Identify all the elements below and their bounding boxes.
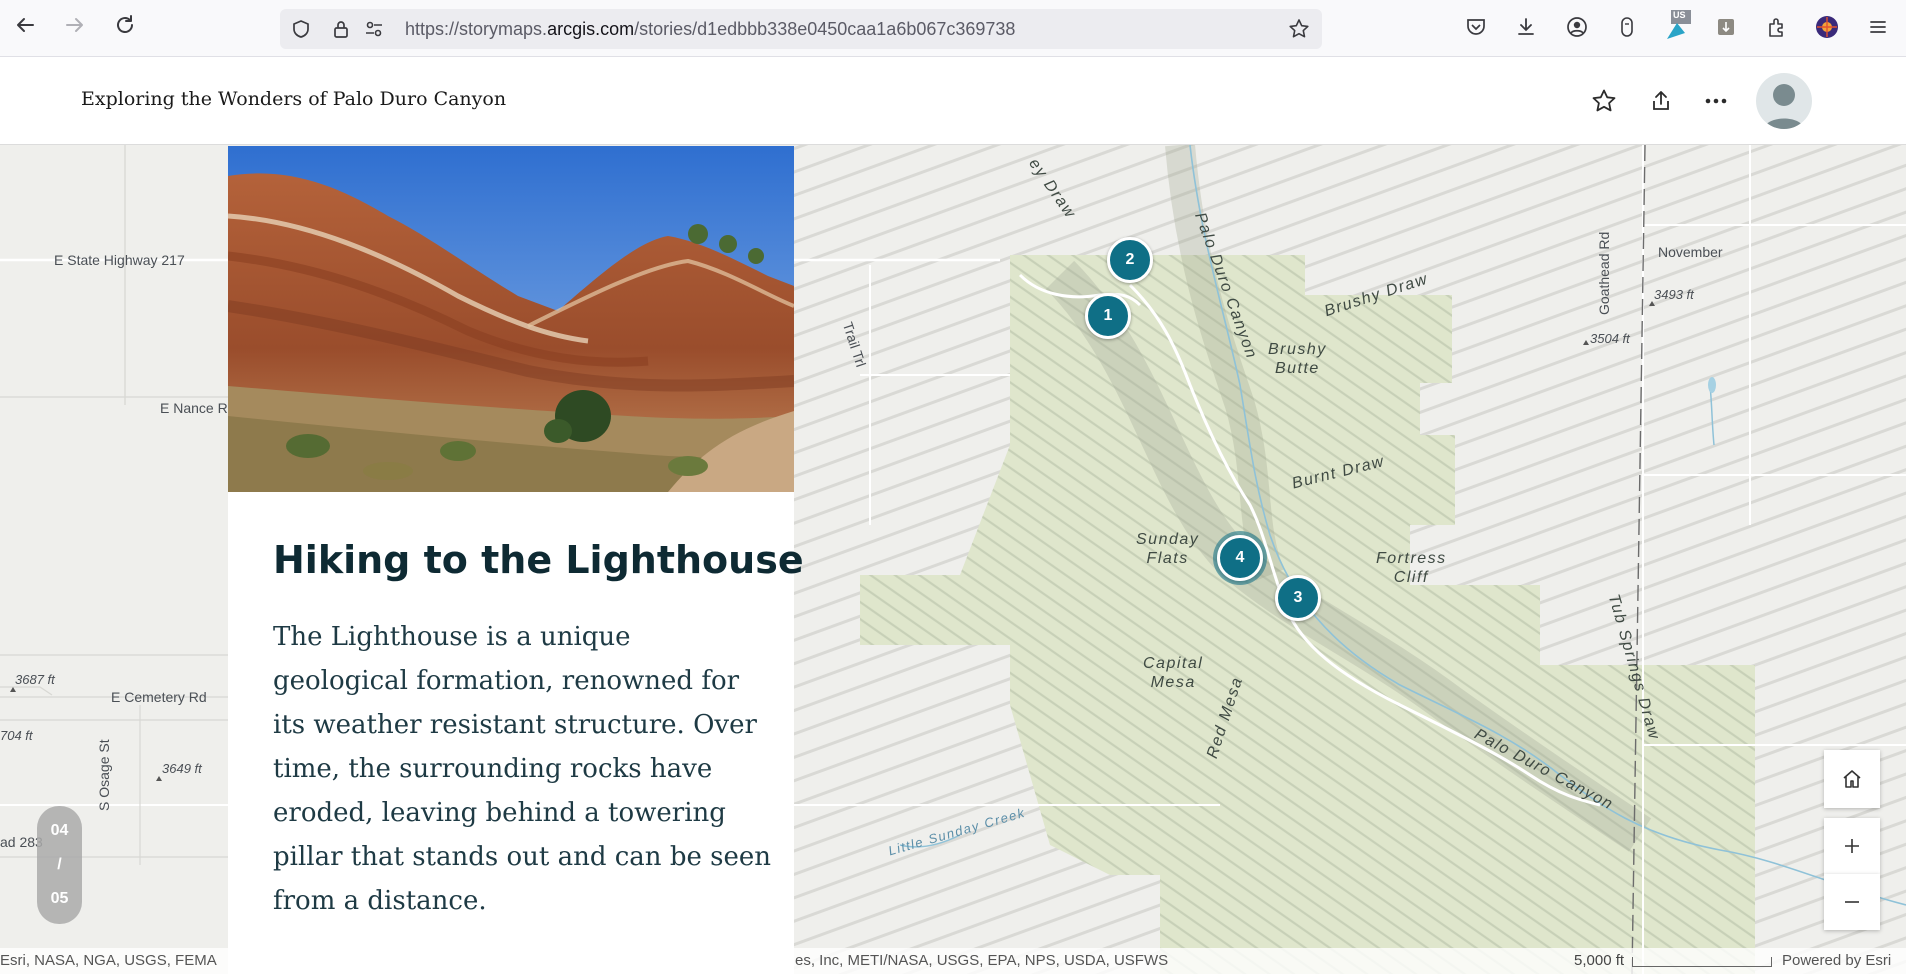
vpn-extension-icon[interactable]: US [1665,9,1693,41]
elevation-label: 3687 ft [15,672,55,687]
home-icon [1843,770,1861,788]
terrain-label-line: Cliff [1393,569,1429,586]
elevation-label: 3504 ft [1590,331,1630,346]
reload-icon[interactable] [114,14,136,36]
elevation-label: 704 ft [0,728,33,743]
menu-icon[interactable] [1866,15,1890,39]
forward-icon[interactable] [64,14,86,36]
more-icon[interactable] [1702,87,1730,115]
story-header: Exploring the Wonders of Palo Duro Canyo… [0,57,1906,145]
avatar[interactable] [1756,73,1812,129]
terrain-label: Fortress Cliff [1376,549,1447,587]
canyon-photo [228,146,794,492]
url-text[interactable]: https://storymaps.arcgis.com/stories/d1e… [405,19,1015,40]
road-label: E Cemetery Rd [111,689,207,705]
road-label: E Nance R [160,400,228,416]
browser-toolbar: https://storymaps.arcgis.com/stories/d1e… [0,0,1906,57]
extensions-puzzle-icon[interactable] [1765,15,1789,39]
slide-total: 05 [50,890,69,907]
terrain-label-line: Flats [1146,550,1189,567]
terrain-label-line: Mesa [1150,674,1196,691]
zoom-out-button[interactable] [1824,874,1880,930]
powered-by[interactable]: Powered by Esri [1782,952,1891,969]
pocket-icon[interactable] [1464,15,1488,39]
terrain-label: Brushy Butte [1268,340,1327,378]
story-card: Hiking to the Lighthouse The Lighthouse … [228,146,804,974]
slide-counter: 04 / 05 [37,806,82,924]
card-heading: Hiking to the Lighthouse [273,538,804,582]
zoom-in-button[interactable] [1824,818,1880,874]
elevation-label: 3493 ft [1654,287,1694,302]
map-marker-4[interactable]: 4 [1217,535,1263,581]
bookmark-star-icon[interactable] [1288,18,1310,40]
terrain-label-line: Butte [1274,360,1320,377]
zoom-out-icon [1845,901,1859,903]
map-marker-1[interactable]: 1 [1085,293,1131,339]
extension-badge: US [1673,10,1686,20]
terrain-label-line: Brushy [1268,341,1327,358]
road-label: E State Highway 217 [54,252,185,268]
place-label: November [1658,244,1723,260]
elevation-label: 3649 ft [162,761,202,776]
url-prefix: https://storymaps. [405,19,548,39]
slide-current: 04 [50,822,69,839]
attribution-bar: Esri, NASA, NGA, USGS, FEMA es, Inc, MET… [0,948,1906,974]
terrain-label: Sunday Flats [1136,530,1199,568]
shield-icon[interactable] [290,18,312,40]
lock-icon[interactable] [330,18,352,40]
account-icon[interactable] [1565,15,1589,39]
map-marker-3[interactable]: 3 [1275,575,1321,621]
story-title: Exploring the Wonders of Palo Duro Canyo… [81,88,507,110]
zoom-in-icon [1845,839,1859,853]
url-domain: arcgis.com [547,19,635,39]
grey-extension-icon[interactable] [1714,15,1738,39]
home-button[interactable] [1824,750,1880,808]
terrain-label-line: Capital [1143,655,1204,672]
download-icon[interactable] [1514,15,1538,39]
extension-pill-icon[interactable] [1615,15,1639,39]
url-bar[interactable]: https://storymaps.arcgis.com/stories/d1e… [280,9,1322,49]
terrain-label: Capital Mesa [1143,654,1203,692]
share-icon[interactable] [1647,87,1675,115]
map-marker-2[interactable]: 2 [1107,237,1153,283]
attribution-right[interactable]: es, Inc, METI/NASA, USGS, EPA, NPS, USDA… [795,952,1168,969]
road-label: Goathead Rd [1596,231,1612,315]
terrain-label-line: Sunday [1136,531,1200,548]
colorful-extension-icon[interactable] [1815,15,1839,39]
card-body: The Lighthouse is a unique geological fo… [273,622,771,916]
slide-separator: / [57,856,62,873]
favorite-icon[interactable] [1590,87,1618,115]
attribution-left[interactable]: Esri, NASA, NGA, USGS, FEMA [0,952,217,969]
card-photo [228,146,794,492]
road-label: S Osage St [96,739,112,811]
permissions-icon[interactable] [363,18,385,40]
terrain-label-line: Fortress [1376,550,1447,567]
url-path: /stories/d1edbbb338e0450caa1a6b067c36973… [634,19,1016,39]
scale-label: 5,000 ft [1574,952,1625,969]
scale-bar [1632,957,1772,967]
back-icon[interactable] [14,14,36,36]
